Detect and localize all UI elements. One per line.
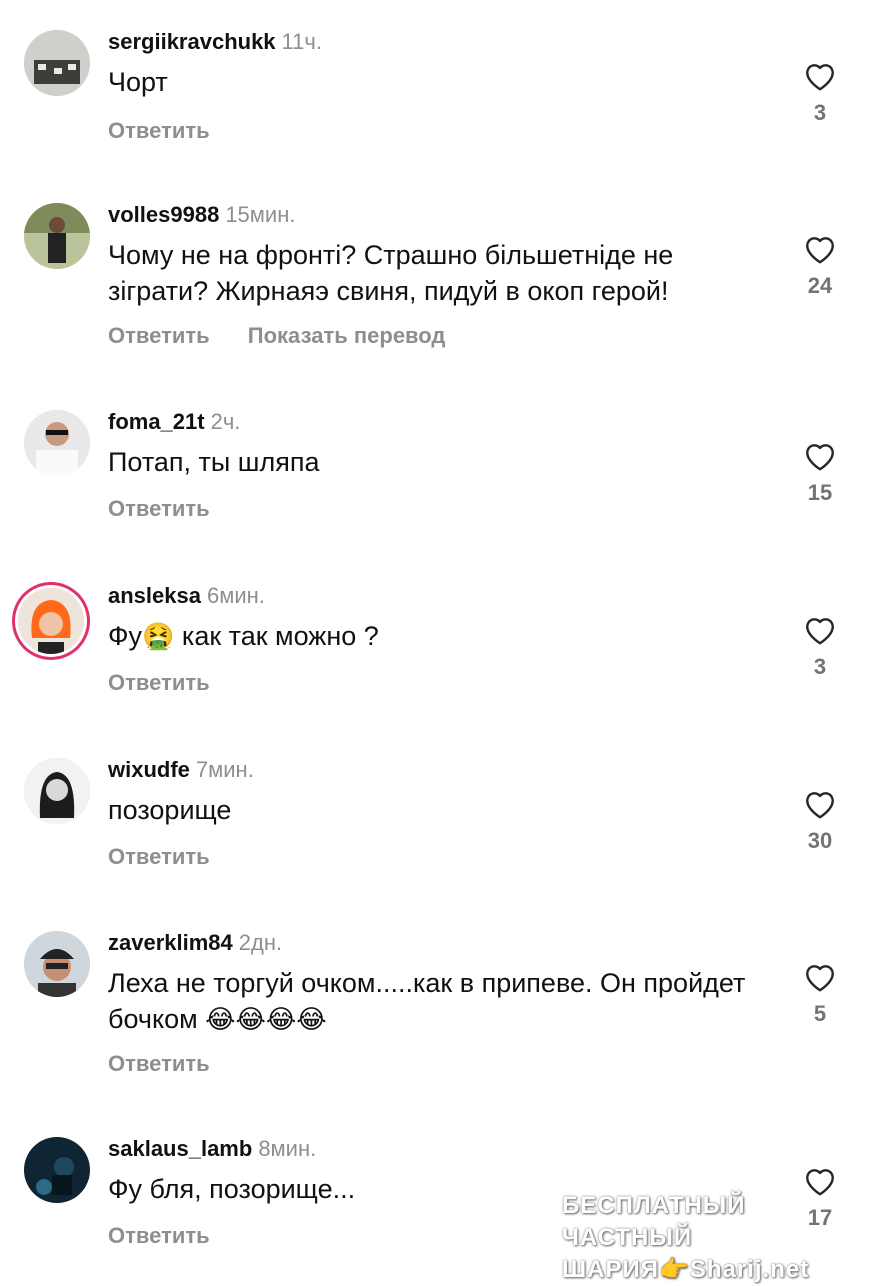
comment-meta: ansleksa 6мин. bbox=[108, 582, 265, 610]
avatar[interactable] bbox=[24, 758, 90, 824]
comment-actions: Ответить bbox=[108, 496, 242, 522]
username[interactable]: sergiikravchukk bbox=[108, 29, 276, 54]
username[interactable]: zaverklim84 bbox=[108, 930, 233, 955]
timestamp: 2дн. bbox=[238, 930, 283, 955]
heart-outline-icon[interactable] bbox=[802, 786, 838, 820]
like-count: 30 bbox=[807, 828, 833, 853]
reply-button[interactable]: Ответить bbox=[108, 496, 210, 521]
comment-meta: volles9988 15мин. bbox=[108, 201, 295, 229]
comment-actions: Ответить bbox=[108, 1223, 242, 1249]
comment-meta: sergiikravchukk 11ч. bbox=[108, 28, 322, 56]
like-control: 30 bbox=[800, 786, 840, 854]
like-control: 5 bbox=[800, 959, 840, 1027]
reply-button[interactable]: Ответить bbox=[108, 1051, 210, 1076]
avatar-with-story-ring[interactable] bbox=[18, 588, 84, 654]
comment-actions: Ответить Показать перевод bbox=[108, 323, 477, 349]
avatar[interactable] bbox=[24, 410, 90, 476]
like-count: 24 bbox=[807, 273, 833, 298]
comment-actions: Ответить bbox=[108, 1051, 242, 1077]
avatar[interactable] bbox=[24, 203, 90, 269]
timestamp: 2ч. bbox=[210, 409, 241, 434]
username[interactable]: volles9988 bbox=[108, 202, 219, 227]
laughing-emoji: 😂😂😂😂 bbox=[205, 1004, 327, 1034]
comment-text: Потап, ты шляпа bbox=[108, 447, 320, 477]
timestamp: 15мин. bbox=[225, 202, 296, 227]
comment-text: Чорт bbox=[108, 67, 168, 97]
comment-text-start: Фу bbox=[108, 621, 143, 651]
timestamp: 11ч. bbox=[281, 29, 322, 54]
like-control: 15 bbox=[800, 438, 840, 506]
comment-actions: Ответить bbox=[108, 670, 242, 696]
username[interactable]: saklaus_lamb bbox=[108, 1136, 252, 1161]
watermark-line-1: БЕСПЛАТНЫЙ ЧАСТНЫЙ bbox=[562, 1192, 746, 1251]
timestamp: 6мин. bbox=[206, 583, 265, 608]
comment-text: позорище bbox=[108, 795, 232, 825]
comment-actions: Ответить bbox=[108, 844, 242, 870]
reply-button[interactable]: Ответить bbox=[108, 844, 210, 869]
vomiting-face-emoji: 🤮 bbox=[142, 621, 175, 651]
heart-outline-icon[interactable] bbox=[802, 438, 838, 472]
comment-meta: saklaus_lamb 8мин. bbox=[108, 1135, 316, 1163]
reply-button[interactable]: Ответить bbox=[108, 670, 210, 695]
timestamp: 8мин. bbox=[258, 1136, 317, 1161]
like-control: 3 bbox=[800, 58, 840, 126]
avatar[interactable] bbox=[24, 931, 90, 997]
timestamp: 7мин. bbox=[195, 757, 254, 782]
heart-outline-icon[interactable] bbox=[802, 959, 838, 993]
comment-actions: Ответить bbox=[108, 118, 242, 144]
comment-meta: wixudfe 7мин. bbox=[108, 756, 254, 784]
comment-text: Чому не на фронті? Страшно більшетніде н… bbox=[108, 240, 674, 306]
like-count: 3 bbox=[813, 100, 827, 125]
heart-outline-icon[interactable] bbox=[802, 612, 838, 646]
comment-text-body: Леха не торгуй очком.....как в припеве. … bbox=[108, 968, 746, 1034]
username[interactable]: ansleksa bbox=[108, 583, 201, 608]
like-count: 3 bbox=[813, 654, 827, 679]
username[interactable]: wixudfe bbox=[108, 757, 190, 782]
username[interactable]: foma_21t bbox=[108, 409, 205, 434]
like-count: 5 bbox=[813, 1001, 827, 1026]
reply-button[interactable]: Ответить bbox=[108, 1223, 210, 1248]
like-control: 3 bbox=[800, 612, 840, 680]
reply-button[interactable]: Ответить bbox=[108, 118, 210, 143]
watermark: БЕСПЛАТНЫЙ ЧАСТНЫЙ ШАРИЯ👉Sharij.net bbox=[562, 1190, 878, 1286]
heart-outline-icon[interactable] bbox=[802, 231, 838, 265]
show-translation-button[interactable]: Показать перевод bbox=[248, 323, 446, 348]
heart-outline-icon[interactable] bbox=[802, 58, 838, 92]
avatar[interactable] bbox=[24, 1137, 90, 1203]
like-control: 24 bbox=[800, 231, 840, 299]
comment-text: Фу🤮 как так можно ? bbox=[108, 618, 768, 654]
comment-meta: zaverklim84 2дн. bbox=[108, 929, 282, 957]
reply-button[interactable]: Ответить bbox=[108, 323, 210, 348]
avatar[interactable] bbox=[24, 30, 90, 96]
watermark-line-2: ШАРИЯ👉Sharij.net bbox=[562, 1256, 810, 1283]
like-count: 15 bbox=[807, 480, 833, 505]
comment-meta: foma_21t 2ч. bbox=[108, 408, 240, 436]
comment-text: Леха не торгуй очком.....как в припеве. … bbox=[108, 965, 768, 1037]
comment-text-end: как так можно ? bbox=[174, 621, 379, 651]
